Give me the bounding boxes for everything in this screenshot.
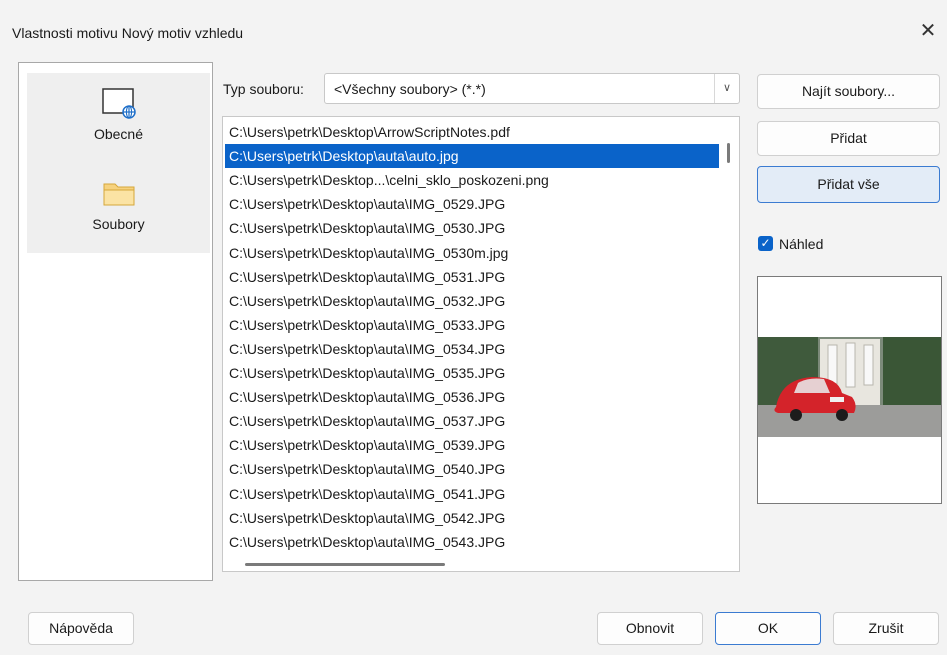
file-list-item[interactable]: C:\Users\petrk\Desktop\auta\IMG_0539.JPG — [225, 433, 719, 457]
cancel-button[interactable]: Zrušit — [833, 612, 939, 645]
file-list-item[interactable]: C:\Users\petrk\Desktop\auta\IMG_0535.JPG — [225, 361, 719, 385]
nav-item-obecne[interactable]: Obecné — [27, 73, 210, 163]
add-button[interactable]: Přidat — [757, 121, 940, 156]
file-list[interactable]: C:\Users\petrk\Desktop\ArrowScriptNotes.… — [222, 116, 740, 572]
file-list-item[interactable]: C:\Users\petrk\Desktop\auta\IMG_0531.JPG — [225, 265, 719, 289]
file-list-item[interactable]: C:\Users\petrk\Desktop\auta\IMG_0530.JPG — [225, 216, 719, 240]
file-list-item[interactable]: C:\Users\petrk\Desktop\auta\IMG_0540.JPG — [225, 457, 719, 481]
car-preview-picture — [758, 277, 941, 503]
nav-label-obecne: Obecné — [93, 126, 144, 142]
category-nav: Obecné Soubory — [18, 62, 213, 581]
window-globe-icon — [102, 88, 136, 119]
folder-icon — [103, 183, 135, 206]
file-list-item[interactable]: C:\Users\petrk\Desktop\auta\IMG_0541.JPG — [225, 482, 719, 506]
close-icon[interactable]: ✕ — [917, 20, 939, 42]
chevron-down-icon[interactable]: ∨ — [714, 74, 739, 103]
find-files-button[interactable]: Najít soubory... — [757, 74, 940, 109]
window-title: Vlastnosti motivu Nový motiv vzhledu — [12, 25, 244, 41]
file-type-dropdown[interactable]: <Všechny soubory> (*.*) ∨ — [324, 73, 740, 104]
refresh-button[interactable]: Obnovit — [597, 612, 703, 645]
vertical-scrollbar[interactable] — [727, 143, 730, 163]
file-list-item[interactable]: C:\Users\petrk\Desktop...\celni_sklo_pos… — [225, 168, 719, 192]
help-button[interactable]: Nápověda — [28, 612, 134, 645]
file-type-value: <Všechny soubory> (*.*) — [334, 81, 486, 97]
file-list-item[interactable]: C:\Users\petrk\Desktop\auta\IMG_0543.JPG — [225, 530, 719, 554]
file-list-item[interactable]: C:\Users\petrk\Desktop\auta\IMG_0530m.jp… — [225, 241, 719, 265]
file-list-item[interactable]: C:\Users\petrk\Desktop\auta\IMG_0534.JPG — [225, 337, 719, 361]
file-list-item[interactable]: C:\Users\petrk\Desktop\auta\IMG_0542.JPG — [225, 506, 719, 530]
file-list-item[interactable]: C:\Users\petrk\Desktop\auta\IMG_0532.JPG — [225, 289, 719, 313]
file-list-item[interactable]: C:\Users\petrk\Desktop\ArrowScriptNotes.… — [225, 120, 719, 144]
ok-button[interactable]: OK — [715, 612, 821, 645]
add-all-button[interactable]: Přidat vše — [757, 166, 940, 203]
file-type-label: Typ souboru: — [223, 81, 304, 97]
title-bar: Vlastnosti motivu Nový motiv vzhledu ✕ — [0, 0, 947, 60]
horizontal-scrollbar[interactable] — [245, 563, 445, 566]
file-list-item[interactable]: C:\Users\petrk\Desktop\auta\IMG_0529.JPG — [225, 192, 719, 216]
file-list-item[interactable]: C:\Users\petrk\Desktop\auta\IMG_0537.JPG — [225, 409, 719, 433]
file-list-item[interactable]: C:\Users\petrk\Desktop\auta\IMG_0533.JPG — [225, 313, 719, 337]
nav-item-soubory[interactable]: Soubory — [27, 163, 210, 253]
nav-label-soubory: Soubory — [92, 216, 145, 232]
file-list-item[interactable]: C:\Users\petrk\Desktop\auta\IMG_0536.JPG — [225, 385, 719, 409]
preview-checkbox-label: Náhled — [779, 236, 824, 252]
preview-checkbox[interactable]: ✓ — [758, 236, 773, 251]
preview-image — [757, 276, 942, 504]
file-list-item[interactable]: C:\Users\petrk\Desktop\auta\auto.jpg — [225, 144, 719, 169]
